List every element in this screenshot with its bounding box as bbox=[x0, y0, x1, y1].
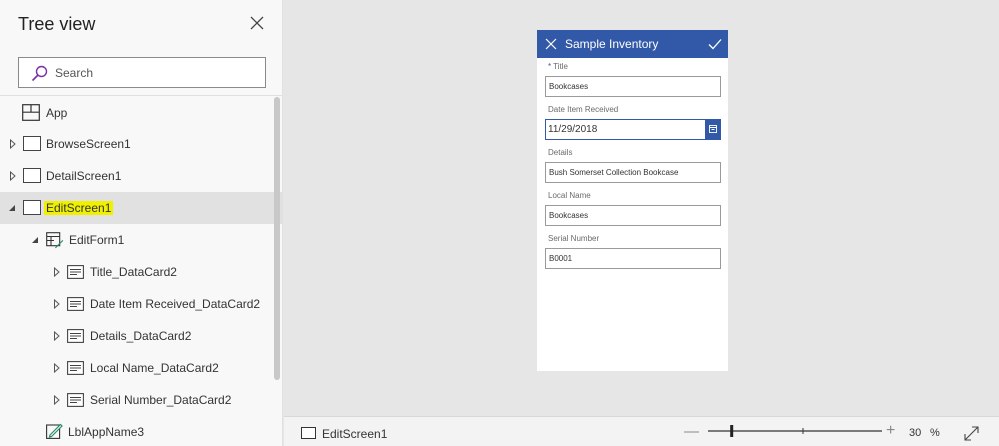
calendar-button[interactable] bbox=[705, 119, 721, 140]
serial-number-value: B0001 bbox=[549, 254, 573, 263]
card-icon bbox=[67, 361, 84, 375]
chevron-right-icon[interactable] bbox=[53, 267, 61, 277]
tree-item-label: EditScreen1 bbox=[44, 201, 114, 215]
screen-icon bbox=[23, 136, 41, 151]
tree-item-label: Local Name_DataCard2 bbox=[90, 361, 219, 375]
card-icon bbox=[67, 393, 84, 407]
tree-item-details-datacard2[interactable]: Details_DataCard2 bbox=[0, 320, 272, 352]
fit-to-window-icon[interactable] bbox=[964, 426, 979, 441]
tree-item-label: Date Item Received_DataCard2 bbox=[90, 297, 261, 311]
checkmark-icon[interactable] bbox=[708, 38, 722, 50]
tree-view-title: Tree view bbox=[18, 14, 96, 34]
title-value: Bookcases bbox=[549, 82, 589, 91]
chevron-right-icon[interactable] bbox=[53, 299, 61, 309]
label-edit-icon bbox=[46, 423, 63, 439]
current-screen-label[interactable]: EditScreen1 bbox=[322, 427, 387, 441]
tree-item-label: BrowseScreen1 bbox=[46, 137, 131, 151]
chevron-right-icon[interactable] bbox=[53, 331, 61, 341]
chevron-down-icon[interactable] bbox=[31, 235, 39, 245]
chevron-right-icon[interactable] bbox=[53, 395, 61, 405]
serial-number-input[interactable]: B0001 bbox=[545, 248, 721, 269]
card-icon bbox=[67, 329, 84, 343]
tree-item-date-item-received-datacard2[interactable]: Date Item Received_DataCard2 bbox=[0, 288, 272, 320]
chevron-down-icon[interactable] bbox=[8, 203, 16, 213]
tree-item-editscreen1[interactable]: EditScreen1 bbox=[0, 192, 283, 224]
chevron-right-icon[interactable] bbox=[9, 139, 17, 149]
screen-icon bbox=[23, 200, 41, 215]
local-name-input[interactable]: Bookcases bbox=[545, 205, 721, 226]
tree-item-lblappname3[interactable]: LblAppName3 bbox=[0, 416, 272, 446]
form-icon bbox=[46, 232, 64, 249]
tree-item-title-datacard2[interactable]: Title_DataCard2 bbox=[0, 256, 272, 288]
tree-item-detailscreen1[interactable]: DetailScreen1 bbox=[0, 160, 272, 192]
required-indicator: * bbox=[548, 62, 552, 71]
zoom-level-value: 30 bbox=[909, 427, 922, 439]
tree-item-label: Details_DataCard2 bbox=[90, 329, 192, 343]
screen-icon bbox=[301, 427, 316, 439]
tree-item-app[interactable]: App bbox=[0, 97, 272, 129]
zoom-slider-thumb[interactable] bbox=[730, 425, 734, 437]
app-preview-screen[interactable]: Sample Inventory * Title Bookcases Date I… bbox=[537, 30, 728, 371]
search-input[interactable]: Search bbox=[18, 57, 266, 88]
scrollbar[interactable] bbox=[274, 97, 280, 380]
tree-view-panel: Tree view Search App BrowseScreen1 Detai… bbox=[0, 0, 283, 446]
tree-item-label: EditForm1 bbox=[69, 233, 125, 247]
tree-item-local-name-datacard2[interactable]: Local Name_DataCard2 bbox=[0, 352, 272, 384]
screen-title: Sample Inventory bbox=[565, 37, 659, 51]
close-icon[interactable] bbox=[248, 14, 266, 32]
status-bar: EditScreen1 — + 30 % bbox=[284, 416, 999, 446]
tree-item-label: LblAppName3 bbox=[68, 425, 145, 439]
calendar-icon bbox=[709, 125, 717, 133]
details-value: Bush Somerset Collection Bookcase bbox=[549, 168, 679, 177]
zoom-level-unit: % bbox=[930, 427, 940, 439]
divider bbox=[0, 95, 283, 96]
tree-item-serial-number-datacard2[interactable]: Serial Number_DataCard2 bbox=[0, 384, 272, 416]
tree-item-label: Title_DataCard2 bbox=[90, 265, 177, 279]
chevron-right-icon[interactable] bbox=[53, 363, 61, 373]
chevron-right-icon[interactable] bbox=[9, 171, 17, 181]
zoom-out-button[interactable]: — bbox=[684, 423, 699, 440]
tree-item-label: App bbox=[46, 106, 68, 120]
card-icon bbox=[67, 297, 84, 311]
date-picker-input[interactable]: 11/29/2018 bbox=[545, 119, 721, 140]
search-icon bbox=[31, 65, 48, 82]
card-icon bbox=[67, 265, 84, 279]
field-label-title: * Title bbox=[548, 62, 568, 71]
screen-icon bbox=[23, 168, 41, 183]
tree-item-browsescreen1[interactable]: BrowseScreen1 bbox=[0, 128, 272, 160]
tree-item-label: Serial Number_DataCard2 bbox=[90, 393, 232, 407]
field-label-date-item-received: Date Item Received bbox=[548, 105, 619, 114]
title-input[interactable]: Bookcases bbox=[545, 76, 721, 97]
screen-header: Sample Inventory bbox=[537, 30, 728, 58]
close-icon[interactable] bbox=[545, 38, 557, 50]
field-label-local-name: Local Name bbox=[548, 191, 591, 200]
field-label-serial-number: Serial Number bbox=[548, 234, 600, 243]
tree-item-editform1[interactable]: EditForm1 bbox=[0, 224, 272, 256]
zoom-in-button[interactable]: + bbox=[886, 422, 895, 440]
date-value: 11/29/2018 bbox=[548, 124, 598, 135]
local-name-value: Bookcases bbox=[549, 211, 589, 220]
tree-item-label: DetailScreen1 bbox=[46, 169, 122, 183]
details-input[interactable]: Bush Somerset Collection Bookcase bbox=[545, 162, 721, 183]
search-placeholder: Search bbox=[55, 66, 94, 80]
field-label-details: Details bbox=[548, 148, 573, 157]
zoom-slider[interactable] bbox=[708, 424, 882, 438]
app-icon bbox=[22, 104, 40, 121]
